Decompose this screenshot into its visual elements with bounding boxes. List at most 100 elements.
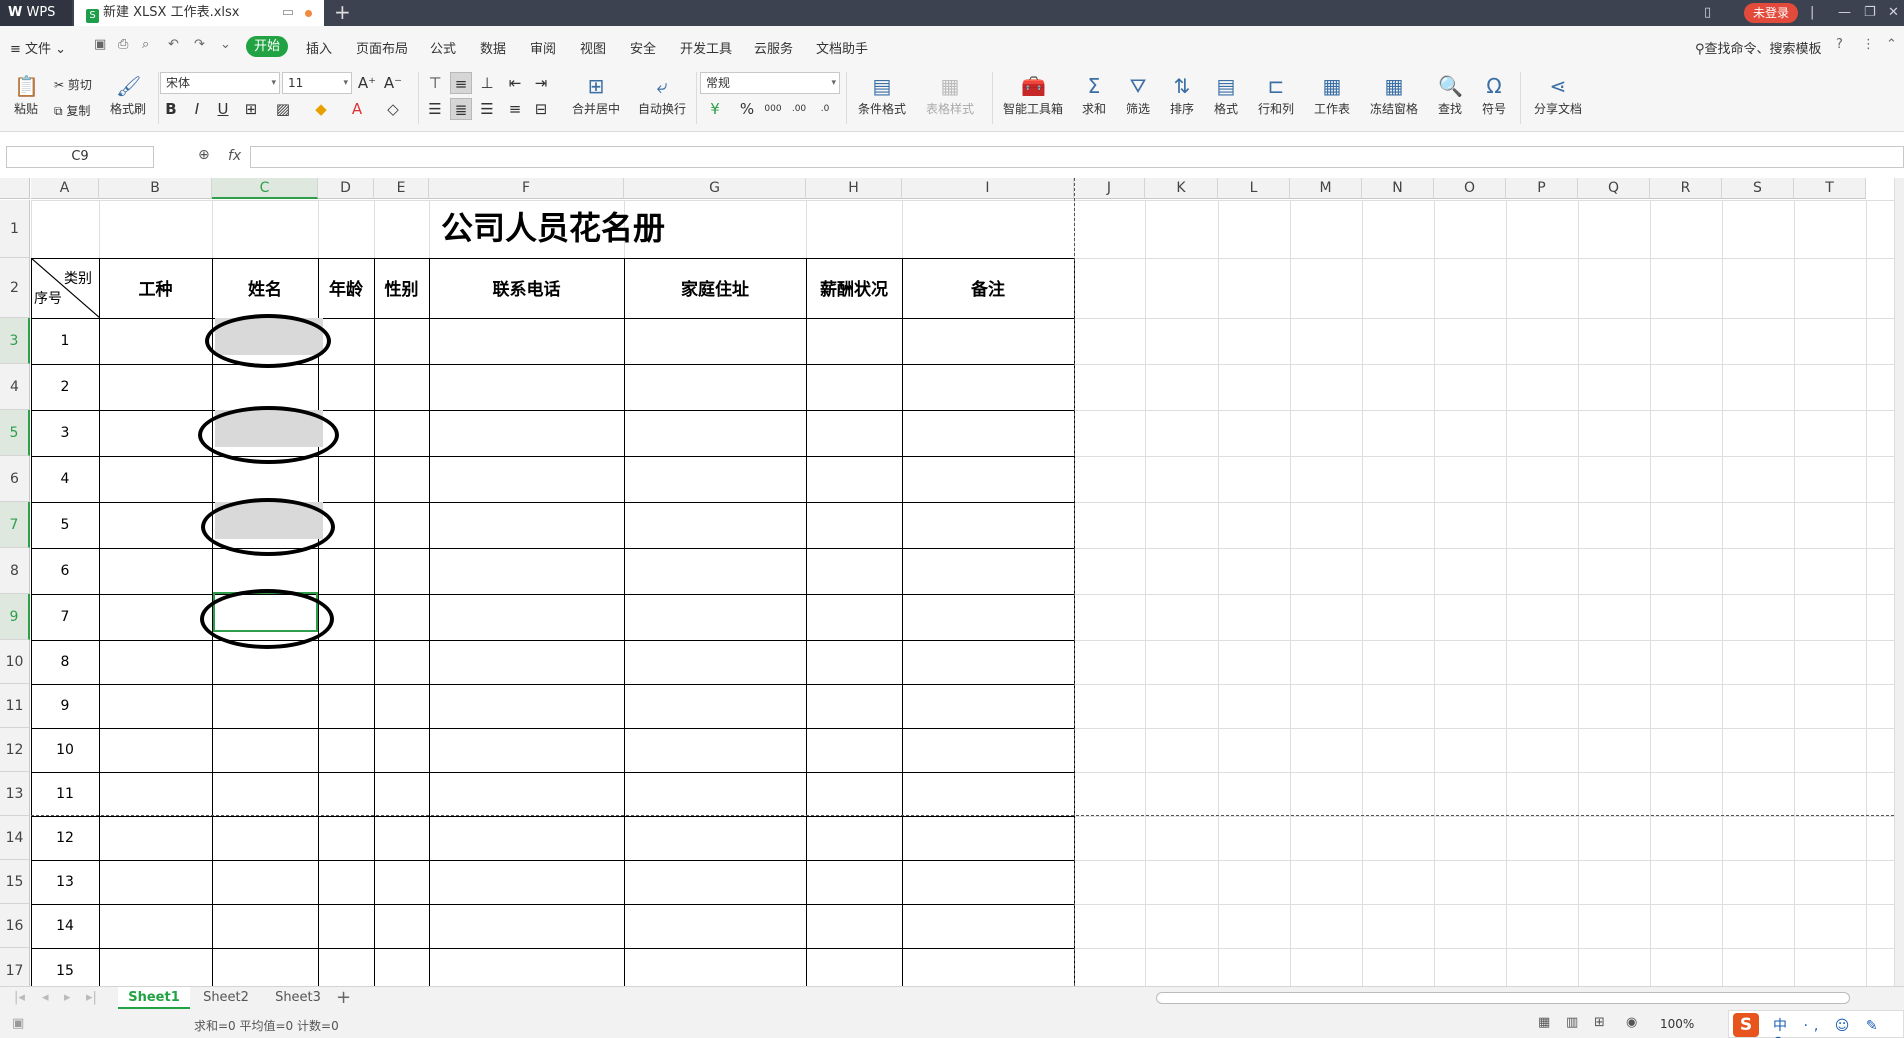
- tab-view[interactable]: 视图: [580, 38, 606, 57]
- column-header-p[interactable]: P: [1506, 178, 1578, 199]
- wps-home-tab[interactable]: W WPS: [0, 0, 72, 26]
- merge-center-button[interactable]: ⊞ 合并居中: [566, 74, 626, 117]
- name-box[interactable]: C9: [6, 146, 154, 168]
- row-header-9[interactable]: 9: [0, 594, 30, 640]
- column-header-t[interactable]: T: [1794, 178, 1866, 199]
- column-header-b[interactable]: B: [99, 178, 212, 199]
- column-header-i[interactable]: I: [902, 178, 1074, 199]
- column-header-g[interactable]: G: [624, 178, 806, 199]
- seq-cell[interactable]: 2: [31, 364, 99, 410]
- sheet-title[interactable]: 公司人员花名册: [31, 200, 1075, 257]
- percent-icon[interactable]: %: [736, 98, 758, 120]
- symbol-button[interactable]: Ω 符号: [1478, 74, 1510, 117]
- tab-home[interactable]: 开始: [246, 36, 288, 57]
- sheet-tab-2[interactable]: Sheet2: [190, 987, 262, 1009]
- row-header-11[interactable]: 11: [0, 684, 30, 728]
- row-header-17[interactable]: 17: [0, 948, 30, 986]
- underline-icon[interactable]: U: [212, 98, 234, 120]
- restore-icon[interactable]: ❐: [1864, 0, 1876, 26]
- skin-icon[interactable]: |: [1810, 0, 1814, 26]
- add-sheet-icon[interactable]: +: [336, 987, 351, 1008]
- column-header-m[interactable]: M: [1290, 178, 1362, 199]
- header-cell[interactable]: 薪酬状况: [806, 258, 902, 317]
- conditional-format-button[interactable]: ▤ 条件格式: [852, 74, 912, 117]
- column-header-a[interactable]: A: [31, 178, 99, 199]
- fill-color-icon[interactable]: ◆: [310, 98, 332, 120]
- zoom-level[interactable]: 100%: [1660, 1017, 1694, 1031]
- sheet-tab-3[interactable]: Sheet3: [262, 987, 334, 1009]
- vertical-scrollbar[interactable]: [1894, 178, 1904, 986]
- column-header-l[interactable]: L: [1218, 178, 1290, 199]
- page-layout-view-icon[interactable]: ⊞: [1594, 1015, 1605, 1030]
- print-icon[interactable]: ⎙: [118, 38, 132, 52]
- sort-button[interactable]: ⇅ 排序: [1166, 74, 1198, 117]
- freeze-panes-button[interactable]: ▦ 冻结窗格: [1366, 74, 1422, 117]
- eye-protection-icon[interactable]: ◉: [1626, 1015, 1637, 1030]
- minimize-icon[interactable]: —: [1838, 0, 1851, 26]
- select-all-corner[interactable]: [0, 178, 30, 199]
- seq-cell[interactable]: 4: [31, 456, 99, 502]
- seq-cell[interactable]: 5: [31, 502, 99, 548]
- number-format-select[interactable]: 常规 ▾: [700, 72, 840, 94]
- row-header-12[interactable]: 12: [0, 728, 30, 772]
- row-header-13[interactable]: 13: [0, 772, 30, 816]
- column-header-f[interactable]: F: [429, 178, 624, 199]
- header-cell[interactable]: 联系电话: [429, 258, 624, 317]
- seq-cell[interactable]: 12: [31, 816, 99, 860]
- help-icon[interactable]: ?: [1836, 38, 1850, 52]
- column-header-s[interactable]: S: [1722, 178, 1794, 199]
- save-icon[interactable]: ▣: [94, 38, 108, 52]
- indent-decrease-icon[interactable]: ⇤: [504, 72, 526, 94]
- column-header-e[interactable]: E: [374, 178, 429, 199]
- print-preview-icon[interactable]: ⌕: [142, 38, 156, 52]
- share-document-button[interactable]: ⋖ 分享文档: [1530, 74, 1586, 117]
- decrease-decimal-icon[interactable]: .0: [814, 98, 836, 120]
- row-header-10[interactable]: 10: [0, 640, 30, 684]
- row-header-7[interactable]: 7: [0, 502, 30, 548]
- more-icon[interactable]: ⋮: [1862, 38, 1876, 52]
- row-column-button[interactable]: ⊏ 行和列: [1254, 74, 1298, 117]
- increase-font-icon[interactable]: A⁺: [356, 72, 378, 94]
- prev-sheet-icon[interactable]: ◂: [42, 990, 49, 1005]
- close-icon[interactable]: ✕: [1888, 0, 1899, 26]
- tab-review[interactable]: 审阅: [530, 38, 556, 57]
- seq-cell[interactable]: 3: [31, 410, 99, 456]
- column-header-r[interactable]: R: [1650, 178, 1722, 199]
- header-cell[interactable]: 家庭住址: [624, 258, 806, 317]
- column-header-d[interactable]: D: [318, 178, 374, 199]
- tab-data[interactable]: 数据: [480, 38, 506, 57]
- currency-icon[interactable]: ¥: [704, 98, 726, 120]
- align-right-icon[interactable]: ☰: [476, 98, 498, 120]
- row-header-14[interactable]: 14: [0, 816, 30, 860]
- macro-record-icon[interactable]: ▣: [12, 1016, 24, 1031]
- header-cell[interactable]: 备注: [902, 258, 1074, 317]
- seq-cell[interactable]: 14: [31, 904, 99, 948]
- redo-icon[interactable]: ↷: [194, 38, 208, 52]
- collapse-ribbon-icon[interactable]: ⌃: [1886, 38, 1900, 52]
- tab-formulas[interactable]: 公式: [430, 38, 456, 57]
- row-header-3[interactable]: 3: [0, 318, 30, 364]
- column-header-o[interactable]: O: [1434, 178, 1506, 199]
- indent-increase-icon[interactable]: ⇥: [530, 72, 552, 94]
- document-tab[interactable]: S 新建 XLSX 工作表.xlsx ▭: [74, 0, 324, 26]
- column-header-k[interactable]: K: [1145, 178, 1218, 199]
- find-button[interactable]: 🔍 查找: [1434, 74, 1466, 117]
- seq-cell[interactable]: 1: [31, 318, 99, 364]
- normal-view-icon[interactable]: ▦: [1538, 1015, 1550, 1030]
- login-button[interactable]: 未登录: [1744, 3, 1798, 23]
- align-bottom-icon[interactable]: ⊥: [476, 72, 498, 94]
- column-header-c[interactable]: C: [212, 178, 318, 199]
- file-menu[interactable]: ≡ 文件 ⌄: [10, 38, 66, 57]
- tab-page-layout[interactable]: 页面布局: [356, 38, 408, 57]
- header-cell[interactable]: 性别: [374, 258, 429, 317]
- thousands-icon[interactable]: 000: [762, 98, 784, 120]
- decrease-font-icon[interactable]: A⁻: [382, 72, 404, 94]
- formula-input[interactable]: [250, 146, 1904, 168]
- wrap-text-button[interactable]: ⤶ 自动换行: [632, 74, 692, 117]
- font-size-select[interactable]: 11 ▾: [282, 72, 352, 94]
- column-header-n[interactable]: N: [1362, 178, 1434, 199]
- worksheet-button[interactable]: ▦ 工作表: [1310, 74, 1354, 117]
- column-header-j[interactable]: J: [1074, 178, 1145, 199]
- last-sheet-icon[interactable]: ▸|: [86, 990, 97, 1005]
- seq-cell[interactable]: 13: [31, 860, 99, 904]
